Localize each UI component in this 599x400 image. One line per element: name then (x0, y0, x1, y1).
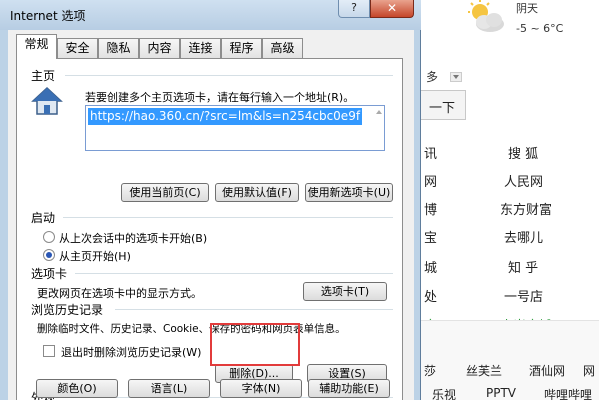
start-last-session-label[interactable]: 从上次会话中的选项卡开始(B) (59, 230, 207, 246)
tabs-settings-button[interactable]: 选项卡(T) (303, 282, 387, 301)
group-divider (63, 217, 393, 218)
delete-button-highlight (210, 323, 300, 366)
site-link[interactable]: 知 乎 (508, 257, 538, 276)
use-current-page-button[interactable]: 使用当前页(C) (121, 183, 209, 202)
house-icon (31, 86, 63, 115)
site-link[interactable]: 网 (583, 362, 595, 379)
site-link[interactable]: 酒仙网 (529, 362, 565, 379)
chevron-up-icon (376, 110, 382, 114)
site-link[interactable]: 丝芙兰 (466, 362, 502, 379)
site-link[interactable]: 莎 (424, 362, 436, 379)
site-link[interactable]: 一号店 (504, 286, 543, 305)
weather-condition: 阴天 (516, 2, 538, 15)
tab-security[interactable]: 安全 (57, 38, 98, 58)
use-default-button[interactable]: 使用默认值(F) (215, 183, 299, 202)
homepage-group-label: 主页 (31, 67, 60, 84)
tab-content[interactable]: 内容 (139, 38, 180, 58)
cloudy-weather-icon (468, 0, 504, 32)
tabs-group-label: 选项卡 (31, 265, 72, 282)
radio-start-homepage[interactable] (43, 249, 55, 261)
weather-temperature: -5 ~ 6°C (516, 22, 564, 35)
radio-start-last-session[interactable] (43, 231, 55, 243)
homepage-url-field[interactable]: https://hao.360.cn/?src=lm&ls=n254cbc0e9… (85, 105, 385, 151)
site-link[interactable]: 处 (424, 286, 437, 305)
site-link[interactable]: 城 (424, 257, 437, 276)
languages-button[interactable]: 语言(L) (128, 379, 210, 398)
use-new-tab-button[interactable]: 使用新选项卡(U) (305, 183, 393, 202)
delete-history-on-exit-label[interactable]: 退出时删除浏览历史记录(W) (61, 344, 201, 360)
site-link[interactable]: 东方财富 (500, 199, 552, 218)
site-link[interactable]: 博 (424, 199, 437, 218)
site-link[interactable]: 哔哩哔哩 (544, 386, 592, 400)
tab-advanced[interactable]: 高级 (262, 38, 303, 58)
site-link[interactable]: PPTV (486, 386, 516, 400)
close-icon: ✕ (386, 1, 398, 15)
weather-widget[interactable]: 阴天 -5 ~ 6°C (462, 0, 599, 40)
tab-connections[interactable]: 连接 (180, 38, 221, 58)
url-field-scrollbar[interactable] (372, 106, 384, 150)
tab-general[interactable]: 常规 (16, 34, 57, 59)
dialog-titlebar[interactable]: Internet 选项 ? ✕ (0, 0, 421, 30)
site-link[interactable]: 乐视 (432, 386, 456, 400)
homepage-url-value: https://hao.360.cn/?src=lm&ls=n254cbc0e9… (88, 108, 363, 125)
fonts-button[interactable]: 字体(N) (220, 379, 302, 398)
site-link[interactable]: 宝 (424, 227, 437, 246)
site-link[interactable]: 讯 (424, 143, 437, 162)
startup-group-label: 启动 (31, 209, 60, 226)
tab-programs[interactable]: 程序 (221, 38, 262, 58)
delete-history-on-exit-checkbox[interactable] (43, 345, 55, 357)
group-divider (65, 75, 393, 76)
search-button[interactable]: 一下 (418, 90, 466, 120)
group-divider (115, 309, 393, 310)
site-link[interactable]: 人民网 (504, 171, 543, 190)
chevron-down-icon[interactable] (450, 72, 462, 82)
help-button[interactable]: ? (338, 0, 370, 18)
colors-button[interactable]: 颜色(O) (36, 379, 118, 398)
site-link[interactable]: 网 (424, 171, 437, 190)
accessibility-button[interactable]: 辅助功能(E) (308, 379, 390, 398)
group-divider (75, 273, 393, 274)
close-button[interactable]: ✕ (370, 0, 414, 18)
homepage-description: 若要创建多个主页选项卡，请在每行输入一个地址(R)。 (85, 91, 355, 104)
dialog-title: Internet 选项 (10, 9, 86, 23)
search-engine-selector[interactable]: 多 (418, 64, 599, 88)
start-homepage-label[interactable]: 从主页开始(H) (59, 248, 131, 264)
site-link[interactable]: 去哪儿 (504, 227, 543, 246)
site-link[interactable]: 搜 狐 (508, 143, 538, 162)
history-group-label: 浏览历史记录 (31, 301, 108, 318)
tab-privacy[interactable]: 隐私 (98, 38, 139, 58)
tabs-description: 更改网页在选项卡中的显示方式。 (37, 287, 202, 300)
